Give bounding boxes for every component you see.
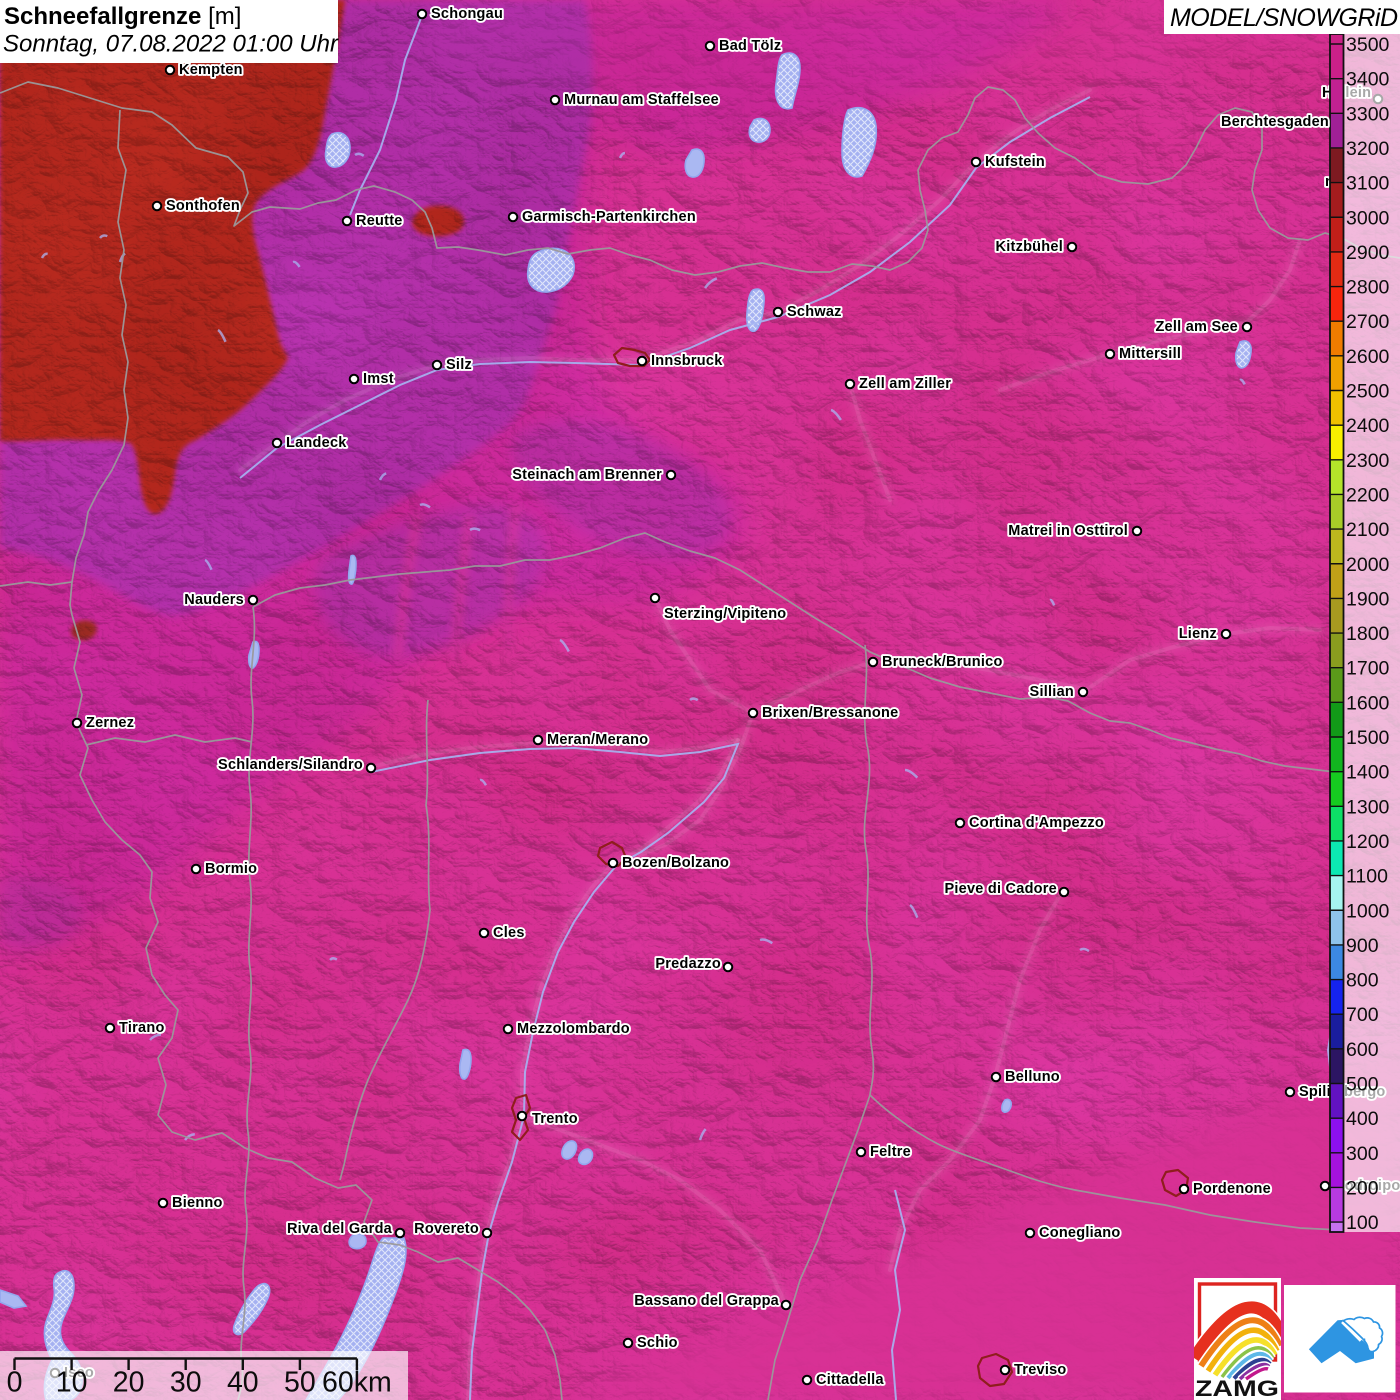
svg-text:Treviso: Treviso	[1014, 1362, 1067, 1378]
svg-text:Berchtesgaden: Berchtesgaden	[1221, 114, 1329, 130]
svg-text:Mezzolombardo: Mezzolombardo	[517, 1021, 630, 1037]
svg-text:Innsbruck: Innsbruck	[651, 353, 723, 369]
svg-text:900: 900	[1346, 935, 1379, 957]
svg-text:1100: 1100	[1346, 866, 1388, 888]
svg-text:1000: 1000	[1346, 900, 1390, 922]
svg-text:Schwaz: Schwaz	[787, 304, 842, 320]
svg-text:Kitzbühel: Kitzbühel	[996, 239, 1064, 255]
svg-text:Rovereto: Rovereto	[414, 1221, 479, 1237]
svg-text:40: 40	[227, 1367, 259, 1399]
svg-text:Bad Tölz: Bad Tölz	[719, 38, 781, 54]
svg-text:1400: 1400	[1346, 762, 1390, 784]
svg-text:Schneefallgrenze [m]: Schneefallgrenze [m]	[4, 3, 241, 30]
svg-text:0: 0	[7, 1367, 23, 1399]
svg-text:3200: 3200	[1346, 138, 1390, 160]
svg-text:Reutte: Reutte	[356, 213, 403, 229]
svg-text:Schlanders/Silandro: Schlanders/Silandro	[218, 757, 363, 773]
svg-text:Bozen/Bolzano: Bozen/Bolzano	[622, 855, 729, 871]
svg-text:100: 100	[1346, 1212, 1379, 1234]
svg-text:2000: 2000	[1346, 554, 1390, 576]
svg-text:2900: 2900	[1346, 242, 1390, 264]
svg-text:1600: 1600	[1346, 692, 1390, 714]
svg-text:Sterzing/Vipiteno: Sterzing/Vipiteno	[664, 606, 786, 622]
svg-text:Matrei in Osttirol: Matrei in Osttirol	[1008, 523, 1128, 539]
svg-text:50: 50	[284, 1367, 316, 1399]
svg-text:1900: 1900	[1346, 588, 1390, 610]
svg-text:Bienno: Bienno	[172, 1195, 223, 1211]
svg-text:Belluno: Belluno	[1005, 1069, 1060, 1085]
svg-text:1500: 1500	[1346, 727, 1390, 749]
svg-text:2400: 2400	[1346, 415, 1390, 437]
svg-text:Zell am Ziller: Zell am Ziller	[859, 376, 951, 392]
svg-text:ZAMG: ZAMG	[1195, 1376, 1279, 1400]
svg-text:Sonntag, 07.08.2022 01:00 Uhr: Sonntag, 07.08.2022 01:00 Uhr	[3, 31, 339, 58]
svg-text:1700: 1700	[1346, 658, 1390, 680]
svg-text:20: 20	[113, 1367, 145, 1399]
svg-text:Pordenone: Pordenone	[1193, 1181, 1271, 1197]
svg-text:3000: 3000	[1346, 207, 1390, 229]
svg-text:Imst: Imst	[363, 371, 394, 387]
svg-text:Murnau am Staffelsee: Murnau am Staffelsee	[564, 92, 719, 108]
svg-text:2100: 2100	[1346, 519, 1390, 541]
svg-text:2700: 2700	[1346, 311, 1390, 333]
svg-text:Cittadella: Cittadella	[816, 1372, 884, 1388]
svg-text:30: 30	[170, 1367, 202, 1399]
svg-text:Nauders: Nauders	[184, 592, 244, 608]
svg-text:MODEL/SNOWGRiD: MODEL/SNOWGRiD	[1170, 4, 1398, 32]
svg-text:Conegliano: Conegliano	[1039, 1225, 1120, 1241]
svg-text:2600: 2600	[1346, 346, 1390, 368]
svg-text:Mittersill: Mittersill	[1119, 346, 1181, 362]
svg-text:Sonthofen: Sonthofen	[166, 198, 240, 214]
svg-text:800: 800	[1346, 970, 1379, 992]
svg-text:Kempten: Kempten	[179, 62, 243, 78]
svg-text:2500: 2500	[1346, 381, 1390, 403]
svg-text:Brixen/Bressanone: Brixen/Bressanone	[762, 705, 898, 721]
svg-text:3100: 3100	[1346, 173, 1390, 195]
svg-text:400: 400	[1346, 1108, 1379, 1130]
svg-text:2200: 2200	[1346, 484, 1390, 506]
svg-text:3300: 3300	[1346, 103, 1390, 125]
svg-text:Meran/Merano: Meran/Merano	[547, 732, 648, 748]
svg-text:Trento: Trento	[532, 1111, 578, 1127]
svg-text:2300: 2300	[1346, 450, 1390, 472]
svg-text:Cortina d'Ampezzo: Cortina d'Ampezzo	[969, 815, 1104, 831]
svg-text:Kufstein: Kufstein	[985, 154, 1045, 170]
svg-text:1200: 1200	[1346, 831, 1390, 853]
svg-text:Feltre: Feltre	[870, 1144, 911, 1160]
svg-text:Tirano: Tirano	[119, 1020, 165, 1036]
svg-text:Schongau: Schongau	[431, 6, 503, 22]
svg-text:Bruneck/Brunico: Bruneck/Brunico	[882, 654, 1003, 670]
svg-text:3400: 3400	[1346, 69, 1390, 91]
svg-text:600: 600	[1346, 1039, 1379, 1061]
svg-text:Pieve di Cadore: Pieve di Cadore	[944, 881, 1057, 897]
svg-text:Lienz: Lienz	[1179, 626, 1217, 642]
svg-text:300: 300	[1346, 1143, 1379, 1165]
svg-text:200: 200	[1346, 1177, 1379, 1199]
svg-text:Landeck: Landeck	[286, 435, 347, 451]
svg-text:Garmisch-Partenkirchen: Garmisch-Partenkirchen	[522, 209, 696, 225]
svg-text:Predazzo: Predazzo	[655, 956, 721, 972]
svg-text:2800: 2800	[1346, 277, 1390, 299]
svg-text:Riva del Garda: Riva del Garda	[287, 1221, 393, 1237]
svg-text:Bormio: Bormio	[205, 861, 257, 877]
svg-text:Sillian: Sillian	[1030, 684, 1074, 700]
svg-text:Zernez: Zernez	[86, 715, 134, 731]
svg-text:700: 700	[1346, 1004, 1379, 1026]
svg-text:Steinach am Brenner: Steinach am Brenner	[512, 467, 662, 483]
svg-text:60km: 60km	[322, 1367, 392, 1399]
svg-text:500: 500	[1346, 1074, 1379, 1096]
svg-text:Schio: Schio	[637, 1335, 678, 1351]
svg-text:3500: 3500	[1346, 34, 1390, 56]
svg-text:Silz: Silz	[446, 357, 472, 373]
svg-text:Zell am See: Zell am See	[1155, 319, 1238, 335]
svg-text:Cles: Cles	[493, 925, 525, 941]
svg-text:1300: 1300	[1346, 796, 1390, 818]
svg-text:10: 10	[56, 1367, 88, 1399]
svg-text:1800: 1800	[1346, 623, 1390, 645]
svg-text:Bassano del Grappa: Bassano del Grappa	[634, 1293, 779, 1309]
